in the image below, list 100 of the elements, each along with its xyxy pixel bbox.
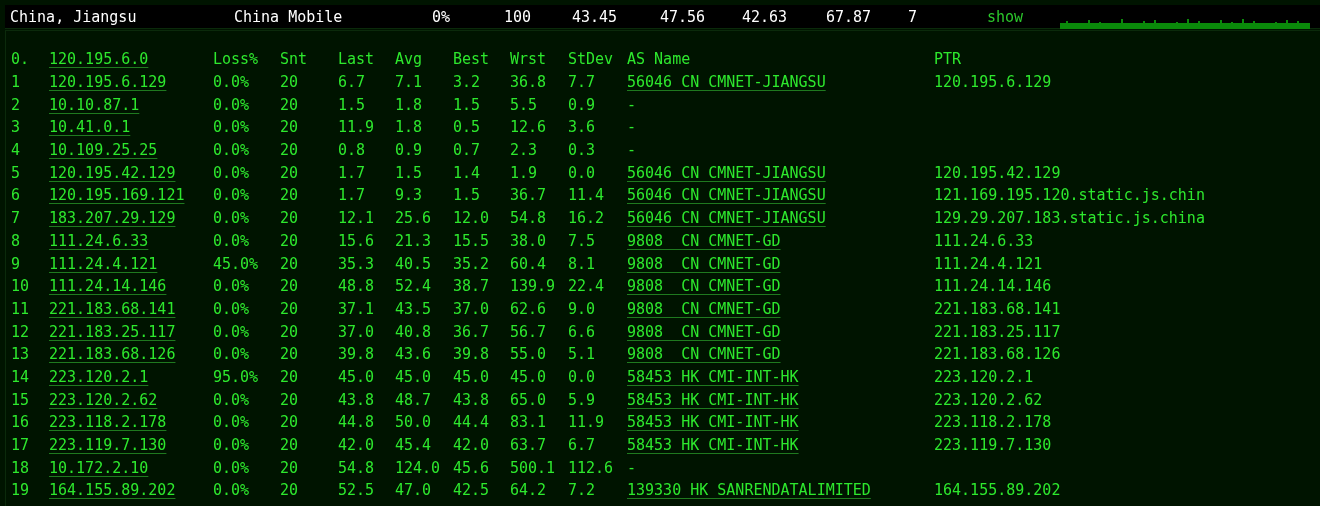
stdev-cell: 11.9: [568, 413, 605, 432]
avg-cell: 52.4: [395, 277, 432, 296]
last-cell: 12.1: [338, 209, 375, 228]
host-link[interactable]: 183.207.29.129: [49, 209, 176, 228]
ptr-cell: 121.169.195.120.static.js.chin: [934, 186, 1205, 205]
avg-cell: 1.8: [395, 95, 423, 114]
ptr-cell: 111.24.6.33: [934, 231, 1034, 250]
host-link[interactable]: 223.120.2.1: [49, 367, 149, 386]
host-link[interactable]: 10.109.25.25: [49, 141, 158, 160]
host-link[interactable]: 221.183.68.126: [49, 345, 176, 364]
as-name-link[interactable]: 56046 CN CMNET-JIANGSU: [627, 163, 826, 182]
avg-cell: 7.1: [395, 73, 423, 92]
as-name-link[interactable]: 58453 HK CMI-INT-HK: [627, 413, 799, 432]
host-link[interactable]: 223.119.7.130: [49, 436, 167, 455]
loss-cell: 45.0%: [213, 254, 259, 273]
worst-cell: 83.1: [510, 413, 547, 432]
hop-number: 19: [11, 481, 30, 500]
worst-header: Wrst: [510, 50, 547, 69]
avg-cell: 45.0: [395, 367, 432, 386]
worst-cell: 36.7: [510, 186, 547, 205]
stdev-cell: 7.5: [568, 231, 596, 250]
worst-cell: 38.0: [510, 231, 547, 250]
ptr-cell: 120.195.6.129: [934, 73, 1052, 92]
avg-header: Avg: [395, 50, 423, 69]
as-name-link[interactable]: 9808 CN CMNET-GD: [627, 345, 781, 364]
as-name-link[interactable]: 58453 HK CMI-INT-HK: [627, 390, 799, 409]
hop-number: 14: [11, 367, 30, 386]
host-link[interactable]: 10.41.0.1: [49, 118, 131, 137]
stdev-cell: 3.6: [568, 118, 596, 137]
host-link[interactable]: 223.120.2.62: [49, 390, 158, 409]
last-cell: 52.5: [338, 481, 375, 500]
worst-cell: 500.1: [510, 458, 556, 477]
as-name-link[interactable]: 56046 CN CMNET-JIANGSU: [627, 73, 826, 92]
loss-cell: 0.0%: [213, 481, 250, 500]
host-link[interactable]: 111.24.14.146: [49, 277, 167, 296]
as-name-link[interactable]: 56046 CN CMNET-JIANGSU: [627, 186, 826, 205]
stdev-cell: 5.9: [568, 390, 596, 409]
as-name-link[interactable]: 58453 HK CMI-INT-HK: [627, 436, 799, 455]
host-link[interactable]: 120.195.6.0: [49, 50, 149, 69]
hop-number: 4: [11, 141, 21, 160]
provider-text: China Mobile: [234, 8, 343, 26]
worst-cell: 1.9: [510, 163, 538, 182]
host-link[interactable]: 164.155.89.202: [49, 481, 176, 500]
avg-cell: 47.0: [395, 481, 432, 500]
last-cell: 1.7: [338, 163, 366, 182]
as-name-link[interactable]: 9808 CN CMNET-GD: [627, 322, 781, 341]
as-name-link[interactable]: 58453 HK CMI-INT-HK: [627, 367, 799, 386]
sent-cell: 20: [280, 299, 299, 318]
stdev-cell: 0.3: [568, 141, 596, 160]
hop-number: 13: [11, 345, 30, 364]
ptr-cell: 223.118.2.178: [934, 413, 1052, 432]
host-link[interactable]: 120.195.6.129: [49, 73, 167, 92]
loss-cell: 95.0%: [213, 367, 259, 386]
loss-cell: 0.0%: [213, 390, 250, 409]
avg-cell: 45.4: [395, 436, 432, 455]
as-name-link[interactable]: 9808 CN CMNET-GD: [627, 277, 781, 296]
loss-cell: 0.0%: [213, 95, 250, 114]
hop-number: 1: [11, 73, 21, 92]
hop-number: 16: [11, 413, 30, 432]
best-cell: 1.5: [453, 186, 481, 205]
loss-cell: 0.0%: [213, 413, 250, 432]
best-cell: 36.7: [453, 322, 490, 341]
host-link[interactable]: 10.10.87.1: [49, 95, 140, 114]
as-name-cell: -: [627, 458, 637, 477]
ptr-cell: 221.183.25.117: [934, 322, 1061, 341]
as-name-link[interactable]: 9808 CN CMNET-GD: [627, 299, 781, 318]
worst-cell: 36.8: [510, 73, 547, 92]
worst-text: 67.87: [826, 8, 872, 26]
show-link[interactable]: show: [987, 8, 1024, 26]
hop-number: 18: [11, 458, 30, 477]
host-link[interactable]: 221.183.68.141: [49, 299, 176, 318]
stdev-cell: 112.6: [568, 458, 614, 477]
host-link[interactable]: 120.195.169.121: [49, 186, 185, 205]
stdev-cell: 9.0: [568, 299, 596, 318]
hop-number: 0.: [11, 50, 30, 69]
stdev-cell: 0.9: [568, 95, 596, 114]
host-link[interactable]: 10.172.2.10: [49, 458, 149, 477]
as-name-link[interactable]: 56046 CN CMNET-JIANGSU: [627, 209, 826, 228]
as-name-link[interactable]: 9808 CN CMNET-GD: [627, 254, 781, 273]
host-link[interactable]: 111.24.4.121: [49, 254, 158, 273]
loss-cell: 0.0%: [213, 118, 250, 137]
best-cell: 42.0: [453, 436, 490, 455]
best-cell: 1.5: [453, 95, 481, 114]
host-link[interactable]: 111.24.6.33: [49, 231, 149, 250]
as-name-link[interactable]: 9808 CN CMNET-GD: [627, 231, 781, 250]
as-name-link[interactable]: 139330 HK SANRENDATALIMITED: [627, 481, 871, 500]
hop-number: 2: [11, 95, 21, 114]
host-link[interactable]: 223.118.2.178: [49, 413, 167, 432]
worst-cell: 45.0: [510, 367, 547, 386]
ptr-cell: 223.120.2.1: [934, 367, 1034, 386]
sent-header: Snt: [280, 50, 308, 69]
as-name-cell: -: [627, 118, 637, 137]
last-header: Last: [338, 50, 375, 69]
host-link[interactable]: 120.195.42.129: [49, 163, 176, 182]
ptr-cell: 129.29.207.183.static.js.china: [934, 209, 1205, 228]
sent-text: 100: [504, 8, 532, 26]
hop-number: 15: [11, 390, 30, 409]
host-link[interactable]: 221.183.25.117: [49, 322, 176, 341]
best-cell: 1.4: [453, 163, 481, 182]
hop-number: 6: [11, 186, 21, 205]
